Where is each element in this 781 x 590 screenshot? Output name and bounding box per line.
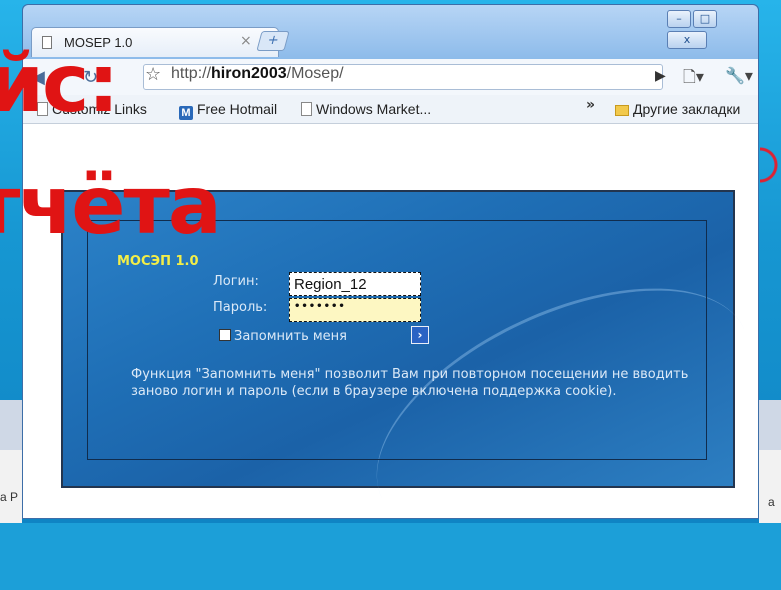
page-menu-icon[interactable]: 🗋▾ <box>683 66 704 93</box>
overlay-title-line2: тчёта <box>0 159 222 252</box>
login-label: Логин: <box>213 274 259 289</box>
remember-label: Запомнить меня <box>234 329 348 344</box>
page-icon <box>301 102 312 116</box>
hotmail-icon: M <box>179 106 193 120</box>
wrench-icon[interactable]: 🔧▾ <box>725 66 753 85</box>
maximize-button[interactable]: □ <box>693 10 717 28</box>
password-input[interactable]: ••••••• <box>289 298 421 322</box>
submit-button[interactable]: › <box>411 326 429 344</box>
close-button[interactable]: x <box>667 31 707 49</box>
folder-icon <box>615 105 629 116</box>
bookmarks-overflow-icon[interactable]: » <box>586 97 595 113</box>
bookmark-other[interactable]: Другие закладки <box>615 101 740 117</box>
tab-close-icon[interactable]: × <box>240 33 252 49</box>
login-input[interactable]: Region_12 <box>289 272 421 296</box>
bookmark-windows-market[interactable]: Windows Market... <box>301 101 431 117</box>
overlay-title-line1: йс: <box>0 37 119 130</box>
browser-window: MOSEP 1.0 × + – □x ◀ ↻ ☆ http://hiron2003… <box>22 4 781 590</box>
go-icon[interactable]: ▶ <box>655 68 666 84</box>
background-window-strip <box>759 400 781 450</box>
url-host: hiron2003 <box>211 65 287 82</box>
toolbar: ◀ ↻ ☆ http://hiron2003/Mosep/ ▶ 🗋▾ 🔧▾ <box>23 59 758 96</box>
window-controls: – □ x <box>667 7 758 49</box>
background-text: а <box>768 495 775 509</box>
minimize-button[interactable]: – <box>667 10 691 28</box>
background-window-strip <box>0 400 22 450</box>
new-tab-button[interactable]: + <box>256 31 290 51</box>
decorative-arc <box>760 110 781 220</box>
background-text: а Р <box>0 490 19 504</box>
address-url[interactable]: http://hiron2003/Mosep/ <box>171 65 344 83</box>
bookmark-free-hotmail[interactable]: M Free Hotmail <box>179 101 277 120</box>
password-label: Пароль: <box>213 300 268 315</box>
app-title: МОСЭП 1.0 <box>117 254 199 269</box>
bookmarks-bar: Customiz Links M Free Hotmail Windows Mar… <box>23 95 758 124</box>
background-window-strip <box>0 450 22 523</box>
remember-description: Функция "Запомнить меня" позволит Вам пр… <box>131 367 689 399</box>
title-bar: MOSEP 1.0 × + – □x <box>23 5 758 59</box>
remember-me[interactable]: Запомнить меня <box>219 329 347 344</box>
remember-checkbox[interactable] <box>219 329 231 341</box>
bookmark-star-icon[interactable]: ☆ <box>145 64 161 85</box>
background-window-strip <box>759 450 781 523</box>
